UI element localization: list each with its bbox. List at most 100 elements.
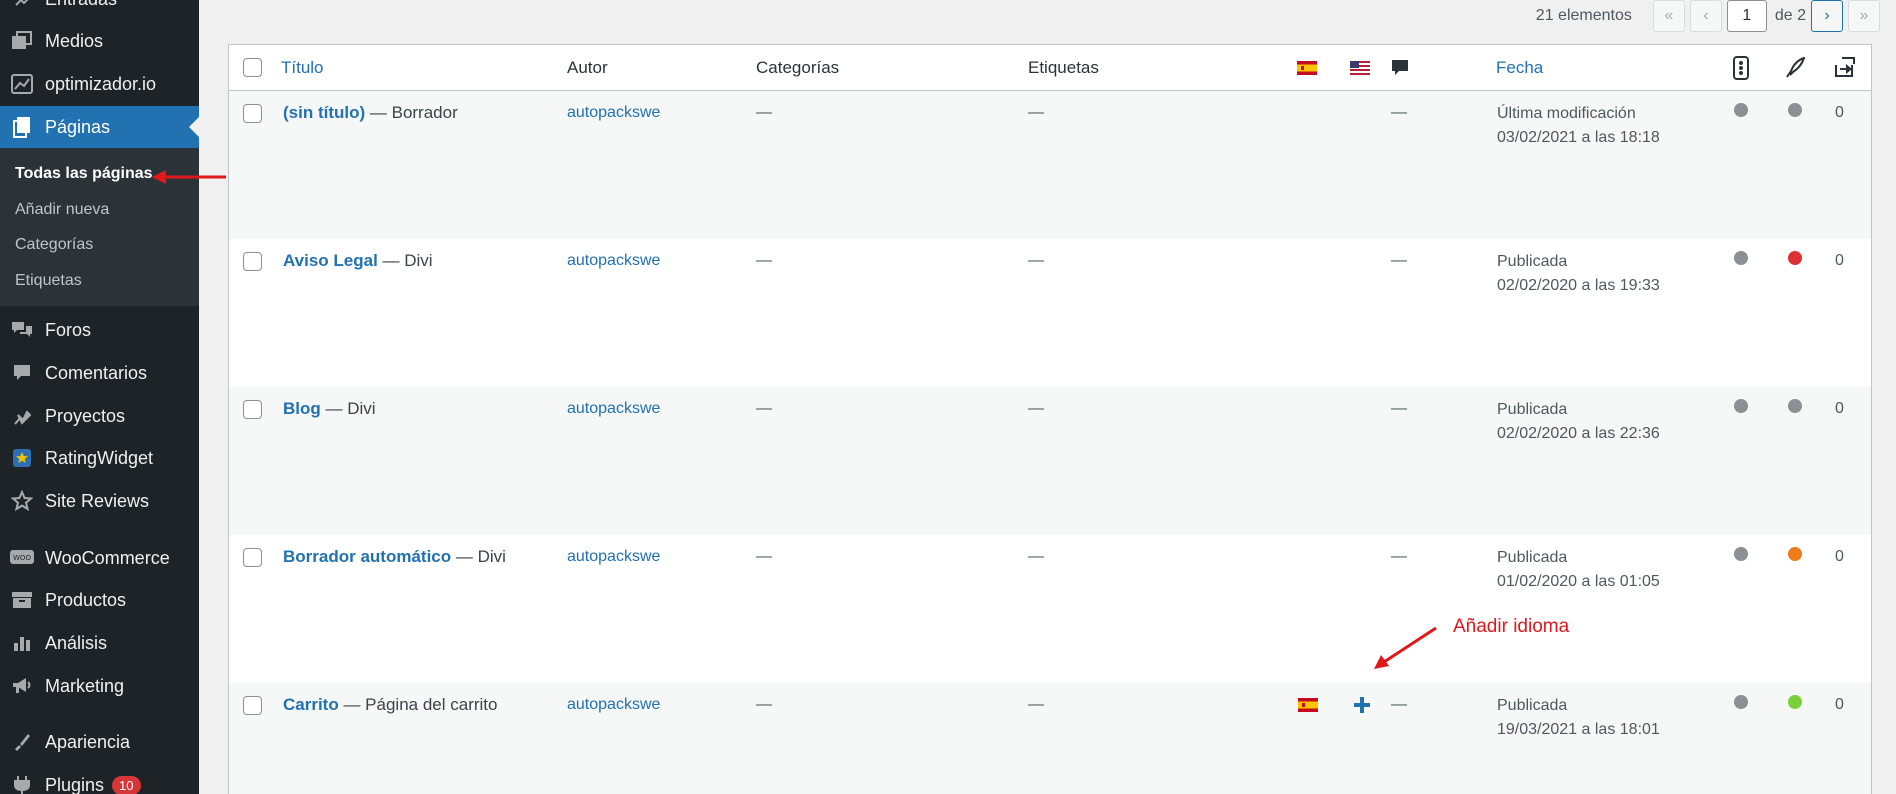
page-title-link[interactable]: (sin título): [283, 103, 365, 122]
sidebar-item-analisis[interactable]: Análisis: [0, 622, 199, 664]
sidebar-item-marketing[interactable]: Marketing: [0, 665, 199, 707]
submenu-tags[interactable]: Etiquetas: [15, 272, 82, 290]
pagination: 21 elementos « ‹ 1 de 2 › »: [1536, 0, 1880, 32]
date-status: Publicada: [1497, 401, 1568, 418]
categories-cell: —: [756, 400, 772, 417]
row-checkbox[interactable]: [243, 696, 262, 715]
sidebar-item-productos[interactable]: Productos: [0, 579, 199, 621]
submenu-all-pages[interactable]: Todas las páginas: [15, 165, 153, 183]
author-link[interactable]: autopackswe: [567, 400, 660, 418]
sidebar-item-apariencia[interactable]: Apariencia: [0, 721, 199, 763]
spain-flag-icon[interactable]: [1297, 61, 1317, 75]
date-value: 02/02/2020 a las 19:33: [1497, 277, 1660, 294]
sidebar-item-label: Marketing: [45, 675, 125, 696]
appearance-icon: [10, 730, 34, 754]
column-date[interactable]: Fecha: [1496, 58, 1543, 78]
date-status: Última modificación: [1497, 105, 1636, 122]
page-state: — Página del carrito: [338, 695, 498, 714]
sidebar-item-optimizador[interactable]: optimizador.io: [0, 63, 199, 105]
page-title-cell: Aviso Legal — Divi: [283, 251, 433, 271]
links-count: 0: [1835, 400, 1844, 417]
tags-cell: —: [1028, 104, 1044, 121]
page-state: — Borrador: [365, 103, 458, 122]
links-count: 0: [1835, 696, 1844, 713]
page-title-cell: Carrito — Página del carrito: [283, 695, 497, 715]
page-title-link[interactable]: Blog: [283, 399, 321, 418]
date-cell: Publicada 01/02/2020 a las 01:05: [1497, 546, 1660, 594]
pages-table: Título Autor Categorías Etiquetas Fecha: [228, 44, 1872, 794]
add-language-annotation: Añadir idioma: [1453, 616, 1570, 637]
comments-column-icon[interactable]: [1391, 59, 1409, 77]
date-status: Publicada: [1497, 549, 1568, 566]
sidebar-item-label: RatingWidget: [45, 447, 154, 468]
row-checkbox[interactable]: [243, 548, 262, 567]
products-icon: [10, 588, 34, 612]
select-all-checkbox[interactable]: [243, 58, 262, 77]
author-link[interactable]: autopackswe: [567, 696, 660, 714]
sidebar-item-site-reviews[interactable]: Site Reviews: [0, 480, 199, 522]
comments-cell: —: [1391, 696, 1407, 713]
sidebar-item-medios[interactable]: Medios: [0, 20, 199, 62]
tags-cell: —: [1028, 696, 1044, 713]
readability-score-dot: [1788, 695, 1802, 709]
next-page-button[interactable]: ›: [1811, 0, 1843, 32]
page-title-cell: Borrador automático — Divi: [283, 547, 506, 567]
sidebar-item-ratingwidget[interactable]: RatingWidget: [0, 437, 199, 479]
last-page-button[interactable]: »: [1848, 0, 1880, 32]
megaphone-icon: [10, 674, 34, 698]
author-link[interactable]: autopackswe: [567, 548, 660, 566]
first-page-button[interactable]: «: [1652, 0, 1685, 32]
sidebar-item-proyectos[interactable]: Proyectos: [0, 395, 199, 437]
readability-score-dot: [1788, 399, 1802, 413]
sidebar-item-entradas[interactable]: Entradas: [0, 0, 199, 20]
page-title-link[interactable]: Borrador automático: [283, 547, 451, 566]
table-row: Carrito — Página del carrito autopackswe…: [229, 683, 1871, 794]
row-checkbox[interactable]: [243, 252, 262, 271]
date-cell: Publicada 02/02/2020 a las 22:36: [1497, 398, 1660, 446]
date-cell: Publicada 02/02/2020 a las 19:33: [1497, 250, 1660, 298]
comments-cell: —: [1391, 548, 1407, 565]
tags-cell: —: [1028, 252, 1044, 269]
current-page-input[interactable]: 1: [1726, 0, 1767, 32]
add-translation-icon[interactable]: [1353, 696, 1371, 714]
update-count-badge: 10: [112, 775, 141, 794]
sidebar-item-comentarios[interactable]: Comentarios: [0, 352, 199, 394]
submenu-add-new[interactable]: Añadir nueva: [15, 201, 109, 219]
sidebar-item-plugins[interactable]: Plugins 10: [0, 764, 199, 794]
author-link[interactable]: autopackswe: [567, 104, 660, 122]
submenu-categories[interactable]: Categorías: [15, 236, 93, 254]
comments-cell: —: [1391, 104, 1407, 121]
page-state: — Divi: [377, 251, 433, 270]
sidebar-item-label: Páginas: [45, 116, 111, 137]
row-checkbox[interactable]: [243, 400, 262, 419]
prev-page-button[interactable]: ‹: [1689, 0, 1722, 32]
sidebar-item-paginas[interactable]: Páginas: [0, 106, 199, 148]
sidebar-item-label: Plugins: [45, 774, 105, 794]
annotation-arrow-icon: [152, 170, 226, 184]
usa-flag-icon[interactable]: [1350, 61, 1370, 75]
sidebar-item-woocommerce[interactable]: WOO WooCommerce: [0, 537, 199, 579]
spain-flag-icon[interactable]: [1298, 698, 1318, 712]
woocommerce-icon: WOO: [10, 546, 34, 570]
categories-cell: —: [756, 696, 772, 713]
page-title-link[interactable]: Carrito: [283, 695, 339, 714]
date-status: Publicada: [1497, 253, 1568, 270]
table-row: Blog — Divi autopackswe — — — Publicada …: [229, 387, 1871, 535]
sidebar-item-label: Medios: [45, 30, 104, 51]
table-row: Borrador automático — Divi autopackswe —…: [229, 535, 1871, 683]
categories-cell: —: [756, 548, 772, 565]
categories-cell: —: [756, 104, 772, 121]
sidebar-item-foros[interactable]: Foros: [0, 309, 199, 351]
rating-widget-icon: [10, 446, 34, 470]
readability-score-dot: [1788, 251, 1802, 265]
annotation-arrow-icon: [1374, 626, 1437, 669]
page-title-link[interactable]: Aviso Legal: [283, 251, 378, 270]
author-link[interactable]: autopackswe: [567, 252, 660, 270]
tags-cell: —: [1028, 548, 1044, 565]
sidebar-item-label: Productos: [45, 589, 127, 610]
column-title[interactable]: Título: [281, 58, 324, 78]
forums-icon: [10, 318, 34, 342]
row-checkbox[interactable]: [243, 104, 262, 123]
admin-sidebar: Entradas Medios optimizador.io Páginas T…: [0, 0, 199, 794]
page-state: — Divi: [451, 547, 506, 566]
